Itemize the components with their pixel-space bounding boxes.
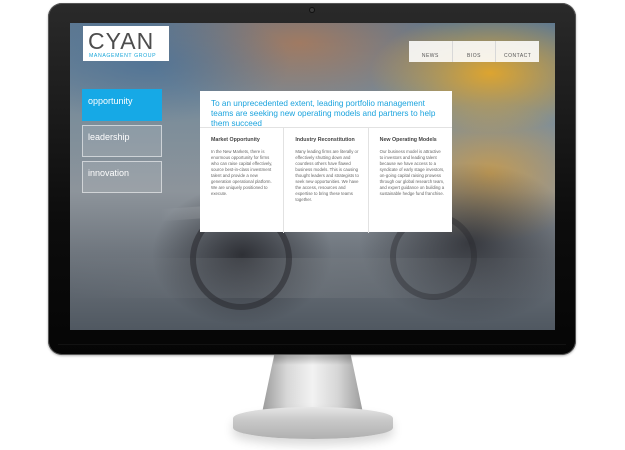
camera-dot: [310, 8, 314, 12]
column-title: Industry Reconstitution: [295, 137, 355, 143]
column-body: Our business model is attractive to inve…: [379, 149, 445, 196]
logo-tagline: MANAGEMENT GROUP: [89, 53, 157, 59]
content-panel: To an unprecedented extent, leading port…: [200, 91, 452, 233]
monitor-bezel: CYAN MANAGEMENT GROUP NEWS BIOS CONTACT …: [48, 3, 576, 355]
brand-logo[interactable]: CYAN MANAGEMENT GROUP: [83, 26, 169, 61]
column-title: New Operating Models: [379, 137, 437, 143]
bezel-chin: [58, 344, 566, 345]
monitor-stand-shadow: [273, 355, 352, 365]
sidenav-item-opportunity[interactable]: opportunity: [82, 89, 162, 121]
logo-wordmark: CYAN: [88, 28, 155, 54]
sidenav-item-leadership[interactable]: leadership: [82, 125, 162, 157]
page-headline: To an unprecedented extent, leading port…: [211, 99, 436, 128]
top-navigation: NEWS BIOS CONTACT: [409, 41, 539, 62]
content-columns: Market Opportunity In the New Markets, t…: [200, 127, 452, 233]
side-navigation: opportunity leadership innovation: [82, 89, 162, 197]
sidenav-item-innovation[interactable]: innovation: [82, 161, 162, 193]
nav-link-bios[interactable]: BIOS: [451, 41, 496, 62]
nav-link-news[interactable]: NEWS: [409, 41, 452, 62]
column-new-operating-models: New Operating Models Our business model …: [367, 128, 452, 233]
column-body: In the New Markets, there is enormous op…: [211, 149, 273, 196]
column-industry-reconstitution: Industry Reconstitution Many leading fir…: [283, 128, 367, 233]
nav-link-contact[interactable]: CONTACT: [495, 41, 539, 62]
column-body: Many leading firms are literally or effe…: [295, 149, 359, 202]
monitor-stand-base: [233, 407, 393, 439]
background-photo-motion-blur: [70, 258, 555, 298]
column-title: Market Opportunity: [211, 137, 260, 143]
website-screen: CYAN MANAGEMENT GROUP NEWS BIOS CONTACT …: [70, 23, 555, 330]
column-market-opportunity: Market Opportunity In the New Markets, t…: [200, 128, 283, 233]
